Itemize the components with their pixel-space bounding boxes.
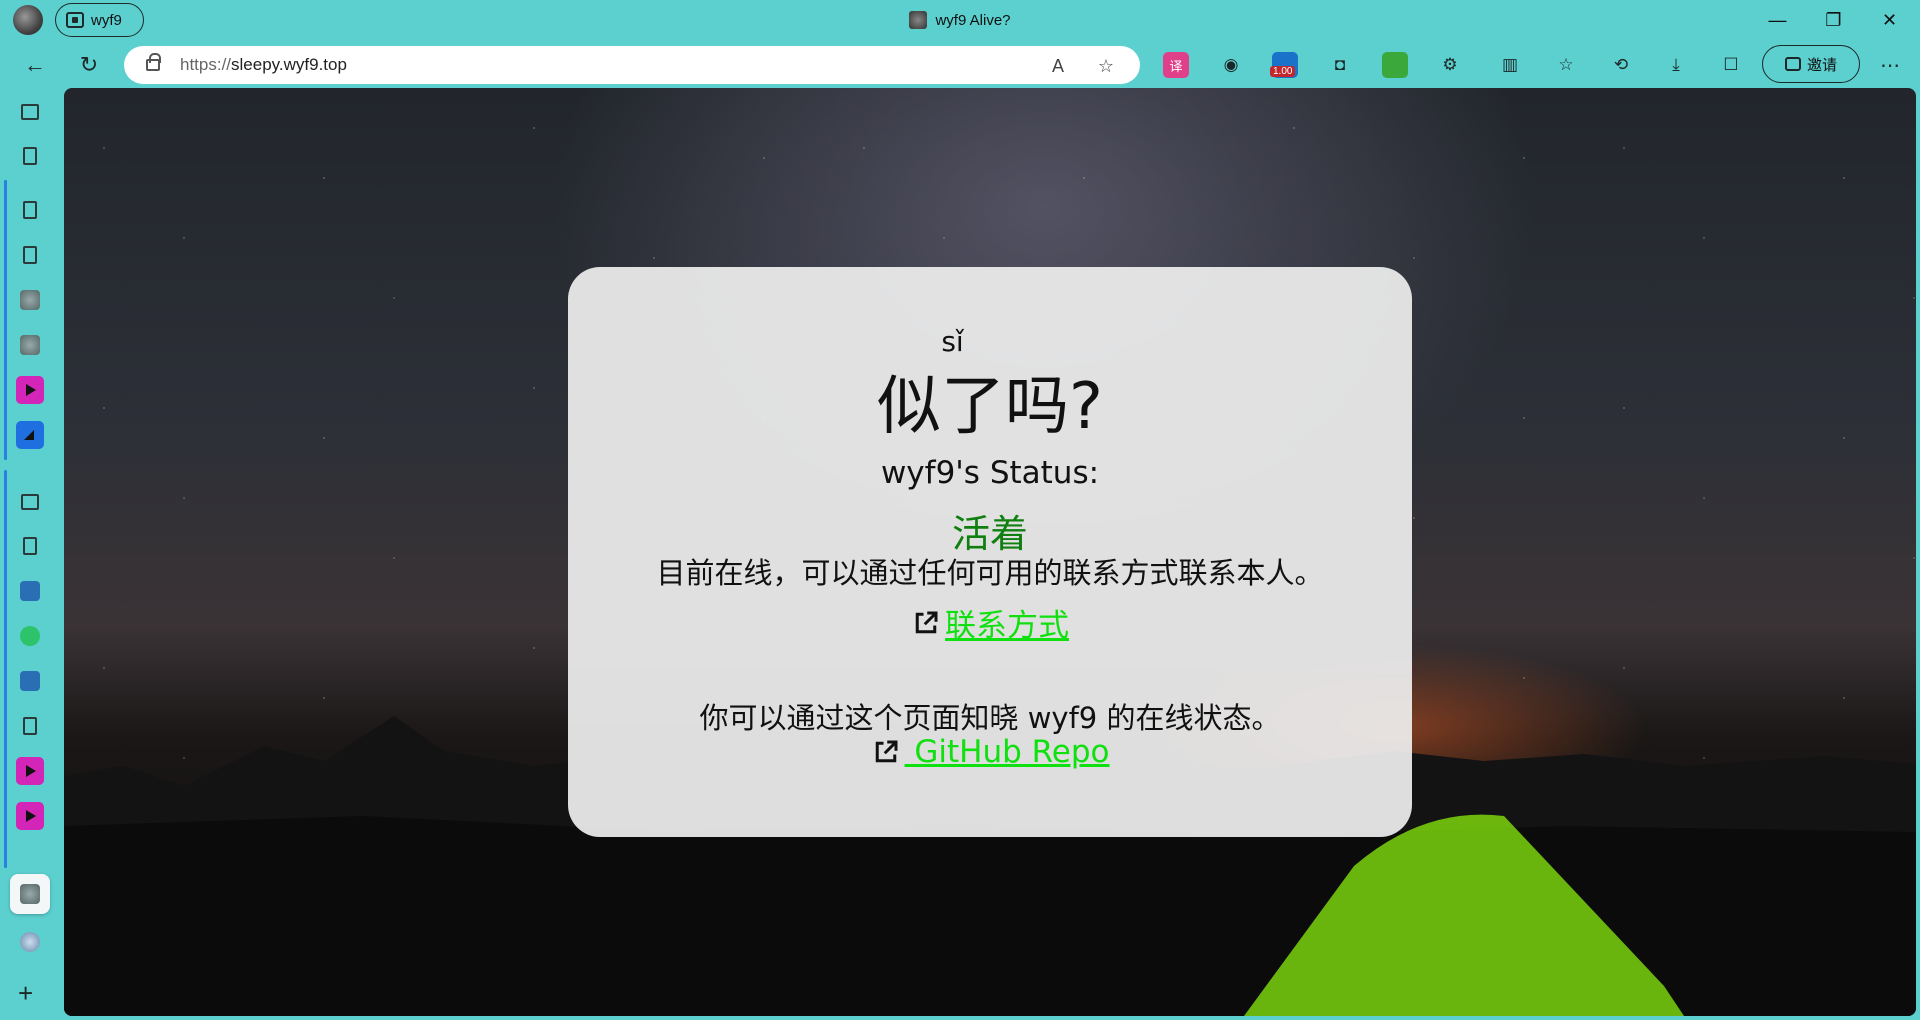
github-repo-link[interactable]: GitHub Repo [905,734,1109,770]
sidebar-tab-3[interactable] [16,241,44,269]
external-link-icon [915,611,938,633]
title-pinyin: sǐ [941,325,964,358]
sidebar-tab-9[interactable] [16,532,44,560]
invite-button[interactable]: 邀请 [1762,45,1860,83]
plus-icon: + [18,978,34,1008]
invite-label: 邀请 [1806,56,1837,74]
tab-group-indicator [4,470,7,868]
minimize-button[interactable]: — [1750,0,1805,40]
page-viewport: sǐ 似了吗? wyf9's Status: 活着 目前在线，可以通过任何可用的… [64,88,1916,1016]
url-host: sleepy.wyf9.top [231,55,347,74]
sidebar-tab-13[interactable] [16,712,44,740]
read-aloud-icon[interactable]: A [1046,54,1070,78]
refresh-button[interactable]: ↻ [72,48,106,82]
site-favicon-icon [20,335,40,355]
page-icon [23,537,37,555]
window-title: wyf9 Alive? [0,0,1920,40]
page-icon [23,201,37,219]
page-title: 似了吗? [877,370,1103,444]
sidebar-tab-2[interactable] [16,196,44,224]
sidebar-tab-active[interactable] [10,874,50,914]
site-favicon-icon [909,11,928,29]
feedback-icon[interactable]: ☐ [1718,52,1744,78]
url-scheme: https:// [180,55,232,74]
sidebar-tab-4[interactable] [16,286,44,314]
tab-actions-button[interactable] [16,98,44,126]
tab-title-text: wyf9 Alive? [935,11,1011,29]
calendar-icon [21,494,39,510]
site-favicon-icon [20,932,40,952]
more-menu-icon[interactable]: ⋯ [1877,52,1903,78]
history-icon[interactable]: ⟲ [1608,52,1634,78]
status-description: 目前在线，可以通过任何可用的联系方式联系本人。 [656,556,1324,590]
extension-chart-icon[interactable]: 1.00 [1270,52,1298,78]
zoom-badge: 1.00 [1270,66,1296,77]
tab-group-indicator [4,180,7,460]
chat-bubble-icon [20,626,40,646]
lock-icon[interactable] [146,53,161,71]
close-window-button[interactable]: ✕ [1862,0,1917,40]
address-bar[interactable]: https:// sleepy.wyf9.top A ☆ [124,46,1140,84]
site-favicon-icon [20,581,40,601]
page-icon [23,717,37,735]
page-icon [23,147,37,165]
page-description: 你可以通过这个页面知晓 wyf9 的在线状态。 [699,701,1281,735]
split-screen-icon[interactable]: ▥ [1497,52,1523,78]
invite-icon [1784,57,1801,71]
sidebar-tab-10[interactable] [16,577,44,605]
close-icon: ✕ [1881,9,1898,30]
tab-actions-icon [21,104,39,120]
back-button[interactable]: ← [18,48,52,82]
favorite-star-icon[interactable]: ☆ [1094,54,1118,78]
status-card: sǐ 似了吗? wyf9's Status: 活着 目前在线，可以通过任何可用的… [568,267,1412,837]
restore-icon: ❐ [1825,9,1842,30]
repo-link-row: GitHub Repo [568,734,1412,770]
sidebar-tab-15[interactable] [16,802,44,830]
refresh-icon: ↻ [79,52,99,77]
downloads-icon[interactable]: ⤓ [1663,52,1689,78]
extensions-puzzle-icon[interactable]: ⚙ [1437,52,1463,78]
restore-button[interactable]: ❐ [1806,0,1861,40]
status-label: wyf9's Status: [880,455,1100,491]
sidebar-tab-14[interactable] [16,757,44,785]
minimize-icon: — [1768,9,1787,30]
app-icon [16,421,44,449]
sidebar-tab-11[interactable] [16,622,44,650]
favorites-icon[interactable]: ☆ [1553,52,1579,78]
sidebar-tab-12[interactable] [16,667,44,695]
contact-link[interactable]: 联系方式 [945,600,1069,645]
extension-mask-icon[interactable]: ◘ [1327,52,1353,78]
toolbar: ← ↻ https:// sleepy.wyf9.top A ☆ 译 ◉ 1.0… [0,40,1920,88]
sidebar-tab-16[interactable] [16,928,44,956]
page-icon [23,246,37,264]
translate-extension-icon[interactable]: 译 [1163,52,1189,78]
extension-grid-icon[interactable] [1382,52,1408,78]
site-favicon-icon [20,671,40,691]
extension-face-icon[interactable]: ◉ [1218,52,1244,78]
media-play-icon [16,376,44,404]
sidebar-tab-7[interactable] [16,421,44,449]
external-link-icon [875,740,897,763]
sidebar-tab-8[interactable] [16,488,44,516]
vertical-tabs-sidebar: + [0,88,62,1020]
site-favicon-icon [20,884,40,904]
media-play-icon [16,802,44,830]
sidebar-tab-5[interactable] [16,331,44,359]
sidebar-tab-1[interactable] [16,142,44,170]
media-play-icon [16,757,44,785]
site-favicon-icon [20,290,40,310]
back-arrow-icon: ← [24,52,46,77]
new-tab-button[interactable]: + [18,978,33,1009]
contact-link-row: 联系方式 [568,600,1412,645]
sidebar-tab-6[interactable] [16,376,44,404]
title-bar: wyf9 wyf9 Alive? — ❐ ✕ [0,0,1920,40]
